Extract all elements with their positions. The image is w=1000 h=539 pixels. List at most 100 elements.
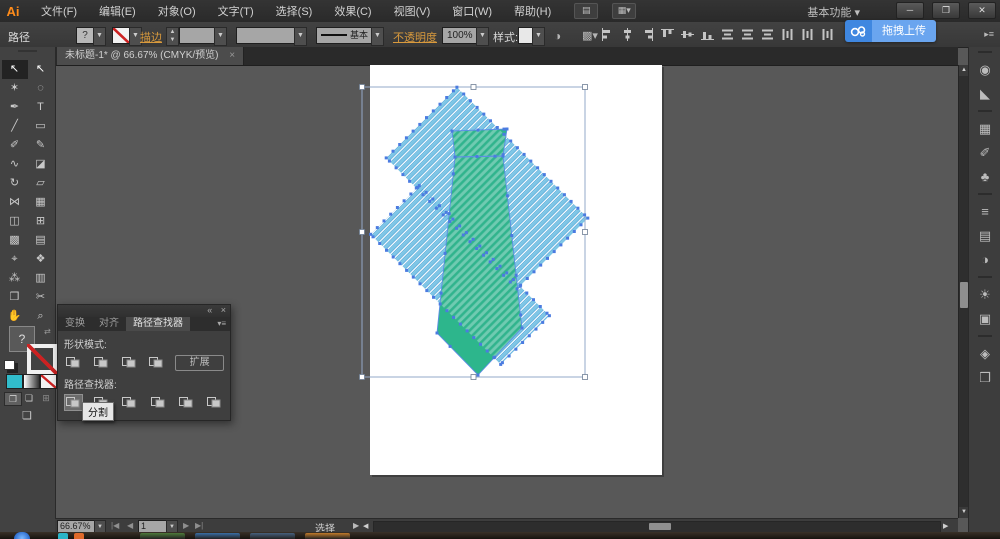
start-button[interactable] [14, 532, 30, 539]
drag-upload-badge[interactable]: 拖拽上传 [845, 20, 936, 42]
tab-对齐[interactable]: 对齐 [92, 317, 126, 331]
symbols-panel-icon[interactable]: ♣ [969, 165, 1000, 189]
blend-tool[interactable]: ❖ [28, 250, 54, 269]
hand-tool[interactable]: ✋ [2, 307, 28, 326]
expand-button[interactable]: 扩展 [175, 355, 224, 371]
align-bottom-icon[interactable] [701, 28, 714, 41]
first-artboard-icon[interactable]: |◀ [111, 521, 119, 530]
dist-left-icon[interactable] [781, 28, 794, 41]
free-transform-tool[interactable]: ▦ [28, 193, 54, 212]
taskbar-item[interactable] [195, 533, 240, 539]
canvas[interactable] [55, 65, 958, 518]
panel-menu-icon[interactable]: ▾≡ [217, 317, 230, 331]
color-guide-panel-icon[interactable]: ◣ [969, 82, 1000, 106]
tray-icon[interactable] [58, 533, 68, 539]
selection-tool[interactable]: ↖ [2, 60, 28, 79]
pen-tool[interactable]: ✒ [2, 98, 28, 117]
color-panel-icon[interactable]: ◉ [969, 58, 1000, 82]
menu-item-6[interactable]: 视图(V) [385, 0, 440, 22]
dock-group-handle[interactable] [978, 110, 992, 115]
dock-group-handle[interactable] [978, 51, 992, 56]
prev-artboard-icon[interactable]: ◀ [127, 521, 133, 530]
paintbrush-tool[interactable]: ✐ [2, 136, 28, 155]
stroke-proxy[interactable] [27, 344, 57, 374]
layers-panel-icon[interactable]: ◈ [969, 342, 1000, 366]
scale-tool[interactable]: ▱ [28, 174, 54, 193]
control-panel-menu-icon[interactable]: ▸≡ [984, 29, 994, 40]
stroke-link[interactable]: 描边 [140, 29, 162, 45]
appearance-panel-icon[interactable]: ☀ [969, 283, 1000, 307]
dist-center-v-icon[interactable] [741, 28, 754, 41]
taskbar-item[interactable] [305, 533, 350, 539]
menu-item-5[interactable]: 效果(C) [325, 0, 380, 22]
menu-item-2[interactable]: 对象(O) [149, 0, 205, 22]
intersect-button[interactable] [120, 354, 139, 371]
style-swatch[interactable] [518, 27, 533, 44]
tray-icon[interactable] [74, 533, 84, 539]
draw-behind-mode-icon[interactable]: ❏ [21, 392, 37, 404]
tab-close-icon[interactable]: × [229, 50, 235, 61]
brushes-panel-icon[interactable]: ✐ [969, 141, 1000, 165]
crop-button[interactable] [149, 394, 168, 411]
unite-button[interactable] [64, 354, 83, 371]
menu-item-0[interactable]: 文件(F) [32, 0, 86, 22]
arrange-documents-icon[interactable]: ▦▾ [612, 3, 636, 19]
selection-handle[interactable] [471, 375, 476, 380]
transparency-panel-icon[interactable]: ◑ [969, 248, 1000, 272]
minimize-button[interactable]: ─ [896, 2, 924, 19]
selection-handle[interactable] [471, 85, 476, 90]
menu-item-8[interactable]: 帮助(H) [505, 0, 560, 22]
stroke-panel-icon[interactable]: ≡ [969, 200, 1000, 224]
scroll-left-arrow[interactable]: ◀ [363, 522, 368, 530]
type-tool[interactable]: T [28, 98, 54, 117]
stroke-weight-dropdown[interactable]: ▼ [214, 27, 227, 46]
screen-mode-button[interactable]: ❏ [16, 409, 38, 423]
collapse-panel-icon[interactable]: « [207, 305, 212, 315]
selection-handle[interactable] [360, 85, 365, 90]
restore-button[interactable]: ❐ [932, 2, 960, 19]
eyedropper-tool[interactable]: ⌖ [2, 250, 28, 269]
draw-normal-mode-icon[interactable]: ❐ [4, 392, 22, 406]
style-dropdown[interactable]: ▼ [532, 27, 545, 46]
last-artboard-icon[interactable]: ▶| [195, 521, 203, 530]
minus-back-button[interactable] [205, 394, 224, 411]
next-artboard-icon[interactable]: ▶ [183, 521, 189, 530]
selection-handle[interactable] [360, 230, 365, 235]
menu-item-7[interactable]: 窗口(W) [443, 0, 501, 22]
status-panel-arrow[interactable]: ▶ [353, 521, 359, 530]
eraser-tool[interactable]: ◪ [28, 155, 54, 174]
width-profile-dropdown[interactable]: ▼ [294, 27, 307, 46]
fill-dropdown[interactable]: ▼ [93, 27, 106, 46]
recolor-artwork-icon[interactable]: ◑ [554, 29, 561, 43]
pencil-tool[interactable]: ✎ [28, 136, 54, 155]
align-top-icon[interactable] [661, 28, 674, 41]
toolbar-drag-handle[interactable] [18, 50, 37, 58]
close-button[interactable]: ✕ [968, 2, 996, 19]
stroke-weight-stepper[interactable]: ▲▼ [166, 27, 179, 46]
minus-front-button[interactable] [92, 354, 111, 371]
scroll-right-arrow[interactable]: ▶ [943, 522, 948, 530]
merge-button[interactable] [120, 394, 139, 411]
menu-item-1[interactable]: 编辑(E) [90, 0, 145, 22]
artboard-tool[interactable]: ❒ [2, 288, 28, 307]
draw-inside-mode-icon[interactable]: ⊞ [38, 392, 54, 404]
zoom-tool[interactable]: ⌕ [28, 307, 54, 326]
stroke-swatch[interactable] [112, 27, 130, 44]
fill-swatch[interactable]: ? [76, 27, 94, 44]
dock-group-handle[interactable] [978, 193, 992, 198]
close-panel-icon[interactable]: × [221, 305, 226, 315]
shaper-tool[interactable]: ∿ [2, 155, 28, 174]
column-graph-tool[interactable]: ▥ [28, 269, 54, 288]
dock-group-handle[interactable] [978, 276, 992, 281]
brush-definition-field[interactable]: 基本 [316, 27, 377, 44]
vertical-scroll-thumb[interactable] [960, 282, 968, 308]
gradient-panel-icon[interactable]: ▤ [969, 224, 1000, 248]
selection-handle[interactable] [583, 375, 588, 380]
dist-top-icon[interactable] [721, 28, 734, 41]
stroke-weight-field[interactable] [179, 27, 219, 44]
align-middle-v-icon[interactable] [681, 28, 694, 41]
taskbar-item[interactable] [250, 533, 295, 539]
workspace-switcher[interactable]: 基本功能 ▾ [807, 4, 860, 20]
opacity-dropdown[interactable]: ▼ [476, 27, 489, 46]
mesh-tool[interactable]: ▩ [2, 231, 28, 250]
